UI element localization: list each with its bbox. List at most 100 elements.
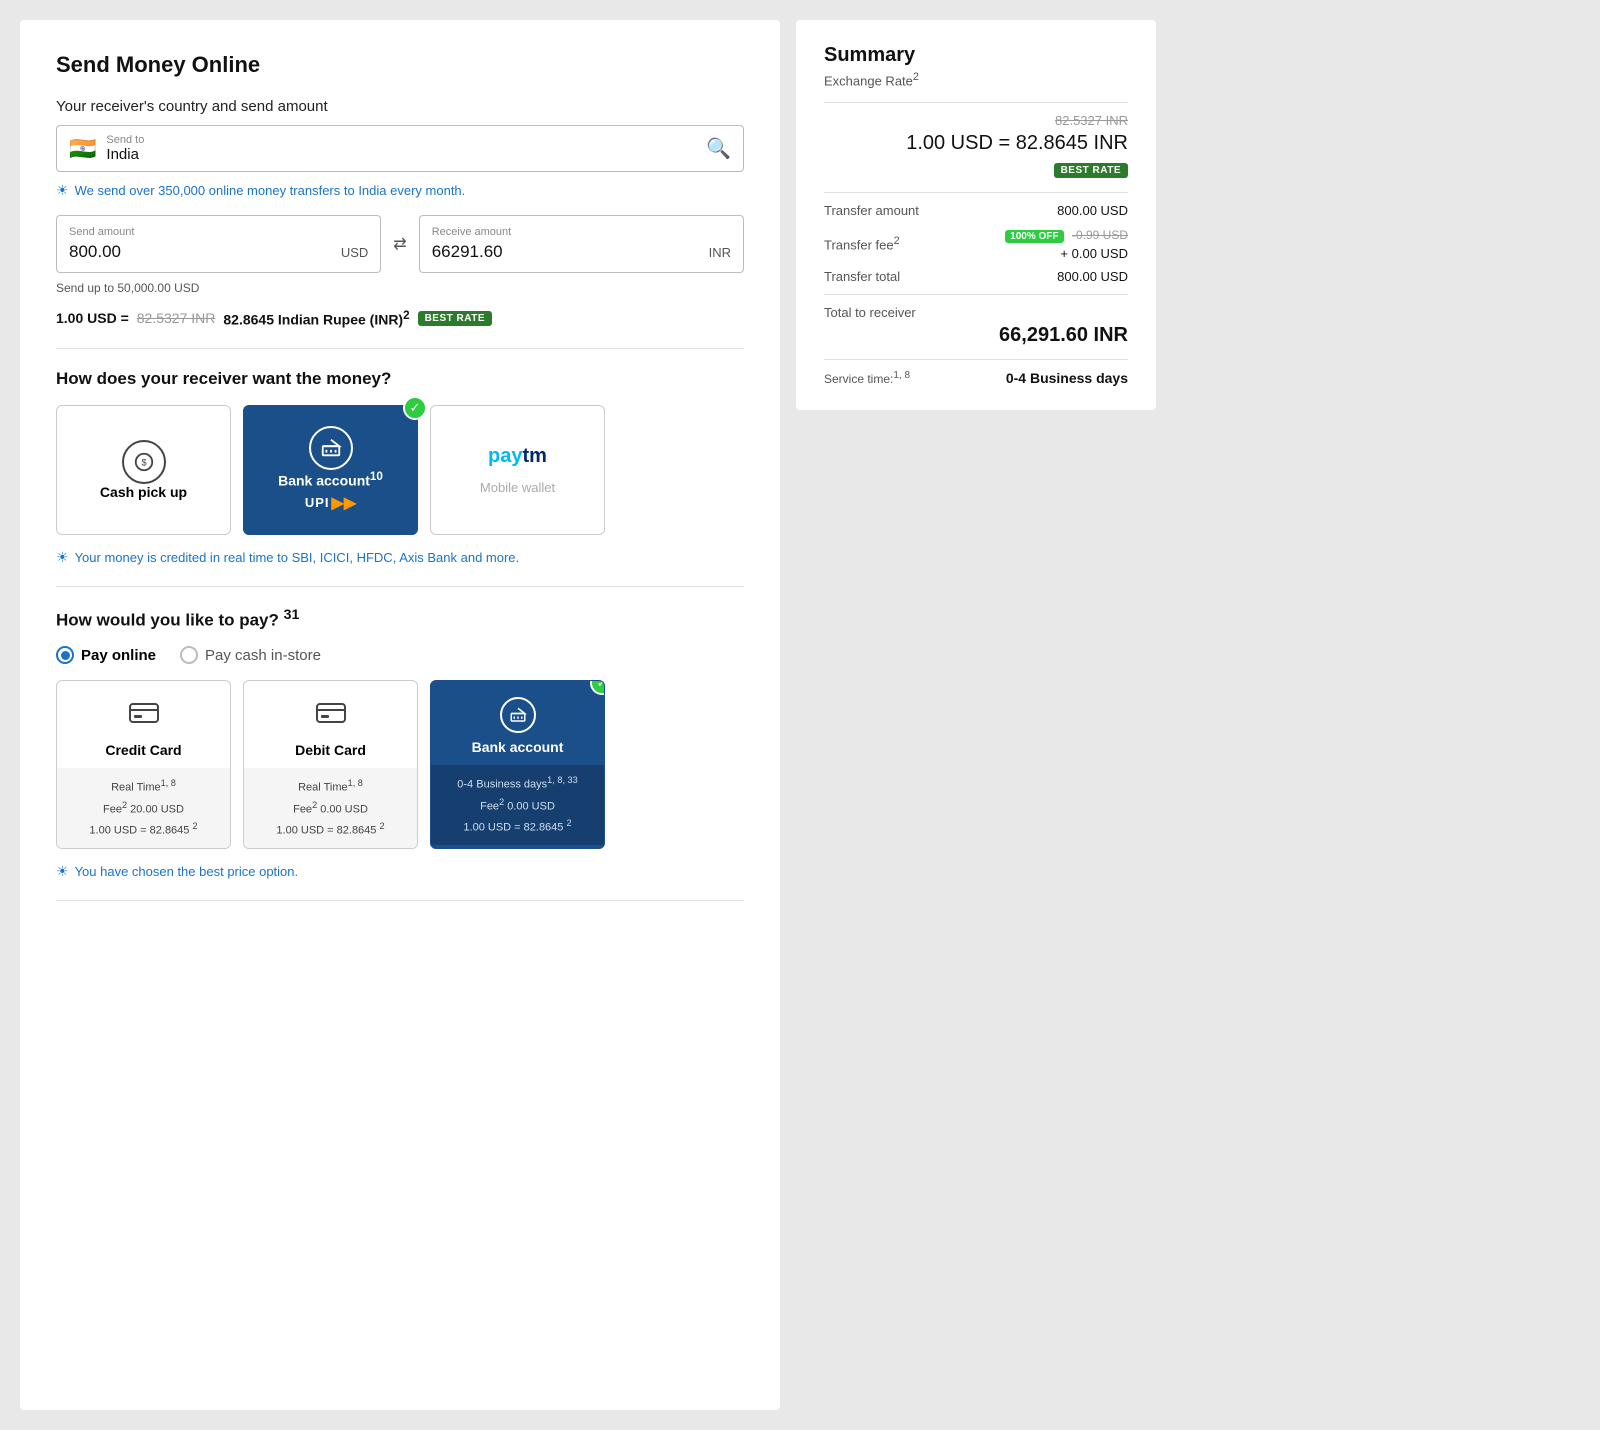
send-amount-value[interactable]: 800.00 <box>69 242 121 262</box>
pay-cards: Credit Card Real Time1, 8 Fee2 20.00 USD… <box>56 680 744 849</box>
transfer-total-label: Transfer total <box>824 269 900 284</box>
debit-card-icon <box>315 697 347 736</box>
summary-service-row: Service time:1, 8 0-4 Business days <box>824 370 1128 386</box>
bank-pay-top: Bank account <box>431 681 604 765</box>
sun-icon-3: ☀ <box>56 863 69 880</box>
best-price-info: ☀ You have chosen the best price option. <box>56 863 744 880</box>
svg-text:$: $ <box>141 457 146 467</box>
send-to-left: 🇮🇳 Send to India <box>69 134 144 163</box>
pay-cash-radio[interactable] <box>180 646 198 664</box>
receive-amount-inner: 66291.60 INR <box>432 242 731 262</box>
bank-pay-bottom: 0-4 Business days1, 8, 33 Fee2 0.00 USD … <box>431 765 604 845</box>
summary-title: Summary <box>824 44 1128 67</box>
summary-rate-old: 82.5327 INR <box>824 113 1128 128</box>
exchange-rate-sup: 2 <box>913 71 919 83</box>
debit-card-label: Debit Card <box>295 742 366 758</box>
service-time-value: 0-4 Business days <box>1006 370 1128 386</box>
bank-account-label: Bank account10 <box>278 470 383 489</box>
credits-info: ☀ Your money is credited in real time to… <box>56 549 744 566</box>
receive-options: $ Cash pick up ✓ Bank account10 UPI ▶▶ <box>56 405 744 535</box>
summary-best-rate-row: BEST RATE <box>824 163 1128 178</box>
radio-dot <box>61 651 70 660</box>
sun-icon: ☀ <box>56 182 69 199</box>
cash-pickup-icon: $ <box>122 440 166 484</box>
credit-card-icon <box>128 697 160 736</box>
option-bank-account[interactable]: ✓ Bank account10 UPI ▶▶ <box>243 405 418 535</box>
send-limit: Send up to 50,000.00 USD <box>56 281 744 295</box>
option-cash-pickup[interactable]: $ Cash pick up <box>56 405 231 535</box>
send-currency: USD <box>341 245 368 260</box>
summary-fee-row: Transfer fee2 100% OFF -0.99 USD + 0.00 … <box>824 226 1128 261</box>
receiver-section-label: Your receiver's country and send amount <box>56 98 744 115</box>
transfer-amount-label: Transfer amount <box>824 203 919 218</box>
send-amount-label: Send amount <box>69 226 368 238</box>
summary-panel: Summary Exchange Rate2 82.5327 INR 1.00 … <box>796 20 1156 410</box>
amount-row: Send amount 800.00 USD ⇄ Receive amount … <box>56 215 744 273</box>
summary-best-rate-badge: BEST RATE <box>1054 163 1128 178</box>
rate-prefix: 1.00 USD = <box>56 310 129 326</box>
how-pay-title: How would you like to pay? 31 <box>56 607 744 631</box>
how-receive-title: How does your receiver want the money? <box>56 369 744 389</box>
summary-transfer-total-row: Transfer total 800.00 USD <box>824 269 1128 284</box>
transfer-amount-value: 800.00 USD <box>1057 203 1128 218</box>
summary-rate-main: 1.00 USD = 82.8645 INR <box>824 132 1128 155</box>
transfer-total-value: 800.00 USD <box>1057 269 1128 284</box>
send-amount-box[interactable]: Send amount 800.00 USD <box>56 215 381 273</box>
bank-account-check: ✓ <box>403 396 427 420</box>
summary-divider-2 <box>824 294 1128 295</box>
transfer-fee-value: + 0.00 USD <box>1060 246 1128 261</box>
how-pay-sup: 31 <box>284 607 300 623</box>
best-rate-badge: BEST RATE <box>418 311 492 326</box>
service-time-label: Service time:1, 8 <box>824 370 910 386</box>
divider-2 <box>56 586 744 587</box>
send-to-info: Send to India <box>106 134 144 163</box>
bank-pay-label: Bank account <box>472 739 564 755</box>
option-mobile-wallet[interactable]: paytm Mobile wallet <box>430 405 605 535</box>
send-info-text: ☀ We send over 350,000 online money tran… <box>56 182 744 199</box>
fee-row-values: 100% OFF -0.99 USD + 0.00 USD <box>1005 226 1128 261</box>
bank-account-icon <box>309 426 353 470</box>
summary-exchange-label: Exchange Rate2 <box>824 71 1128 88</box>
summary-divider-3 <box>824 359 1128 360</box>
page-title: Send Money Online <box>56 52 744 78</box>
rate-old: 82.5327 INR <box>137 310 216 326</box>
sun-icon-2: ☀ <box>56 549 69 566</box>
credit-card-label: Credit Card <box>105 742 181 758</box>
pay-card-credit[interactable]: Credit Card Real Time1, 8 Fee2 20.00 USD… <box>56 680 231 849</box>
cash-pickup-label: Cash pick up <box>100 484 187 500</box>
divider-3 <box>56 900 744 901</box>
pay-cash-option[interactable]: Pay cash in-store <box>180 646 321 664</box>
total-receiver-label: Total to receiver <box>824 305 1128 320</box>
paytm-logo: paytm <box>488 445 547 468</box>
pay-online-radio[interactable] <box>56 646 74 664</box>
receive-currency: INR <box>709 245 731 260</box>
swap-icon[interactable]: ⇄ <box>393 234 406 254</box>
pay-how-row: Pay online Pay cash in-store <box>56 646 744 664</box>
send-to-box[interactable]: 🇮🇳 Send to India 🔍 <box>56 125 744 172</box>
credit-card-top: Credit Card <box>57 681 230 768</box>
mobile-wallet-label: Mobile wallet <box>480 480 555 495</box>
india-flag: 🇮🇳 <box>69 136 96 162</box>
rate-new: 82.8645 Indian Rupee (INR)2 <box>223 309 409 328</box>
summary-divider-0 <box>824 102 1128 103</box>
upi-logo: UPI ▶▶ <box>305 493 356 513</box>
credit-card-bottom: Real Time1, 8 Fee2 20.00 USD 1.00 USD = … <box>57 768 230 848</box>
pay-online-option[interactable]: Pay online <box>56 646 156 664</box>
search-icon[interactable]: 🔍 <box>706 136 731 161</box>
total-receiver-value: 66,291.60 INR <box>824 324 1128 347</box>
divider-1 <box>56 348 744 349</box>
debit-card-bottom: Real Time1, 8 Fee2 0.00 USD 1.00 USD = 8… <box>244 768 417 848</box>
off-badge: 100% OFF <box>1005 230 1063 243</box>
send-to-label: Send to <box>106 134 144 146</box>
fee-strikethrough: -0.99 USD <box>1072 228 1128 242</box>
receive-amount-box[interactable]: Receive amount 66291.60 INR <box>419 215 744 273</box>
pay-card-debit[interactable]: Debit Card Real Time1, 8 Fee2 0.00 USD 1… <box>243 680 418 849</box>
receive-amount-value[interactable]: 66291.60 <box>432 242 503 262</box>
summary-transfer-amount-row: Transfer amount 800.00 USD <box>824 203 1128 218</box>
send-amount-inner: 800.00 USD <box>69 242 368 262</box>
main-panel: Send Money Online Your receiver's countr… <box>20 20 780 1410</box>
summary-divider-1 <box>824 192 1128 193</box>
rate-row: 1.00 USD = 82.5327 INR 82.8645 Indian Ru… <box>56 309 744 328</box>
pay-card-bank[interactable]: ✓ Bank account 0-4 Bus <box>430 680 605 849</box>
bank-pay-icon <box>500 697 536 733</box>
